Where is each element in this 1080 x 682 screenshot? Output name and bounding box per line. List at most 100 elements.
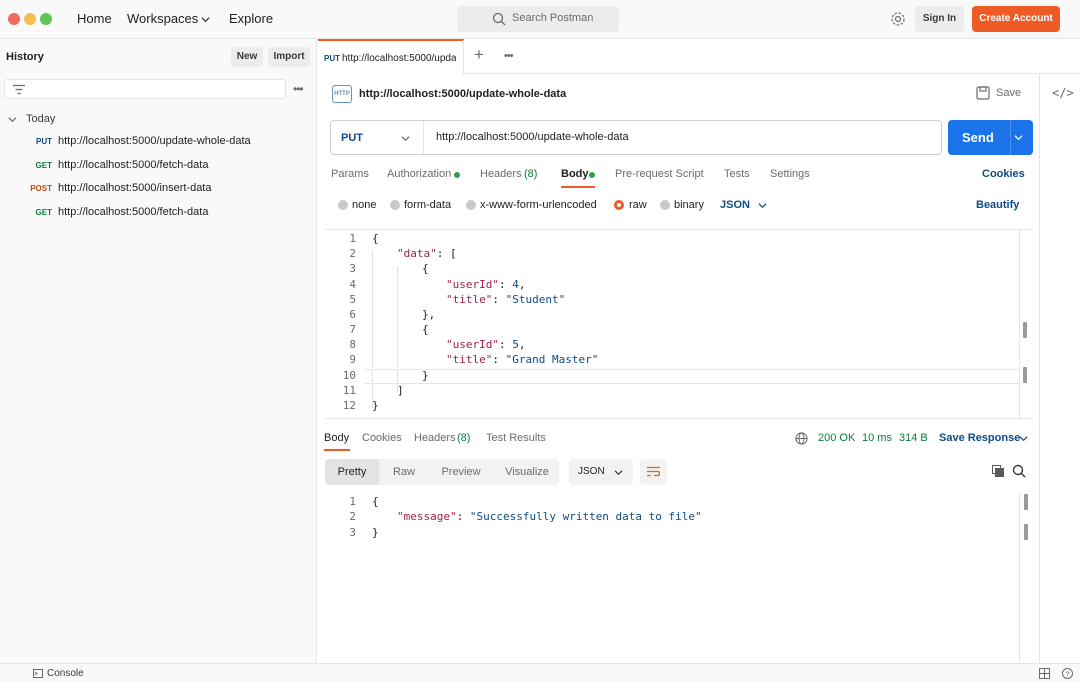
editor-scrollbar[interactable] xyxy=(1019,230,1020,420)
radio-none-label: none xyxy=(352,199,377,211)
radio-raw[interactable] xyxy=(614,200,624,210)
view-pretty[interactable]: Pretty xyxy=(325,459,379,485)
view-visualize[interactable]: Visualize xyxy=(495,459,559,485)
filter-icon xyxy=(13,84,25,95)
json-punct: : xyxy=(498,278,513,291)
nav-workspaces[interactable]: Workspaces xyxy=(127,11,198,26)
tab-settings[interactable]: Settings xyxy=(770,168,810,180)
json-key: "title" xyxy=(446,293,493,306)
save-button[interactable]: Save xyxy=(996,87,1021,99)
new-tab-button[interactable]: + xyxy=(474,45,484,65)
globe-icon[interactable] xyxy=(795,432,808,445)
scrollbar-thumb[interactable] xyxy=(1024,524,1028,540)
history-group-today[interactable]: Today xyxy=(26,113,55,125)
json-key: "title" xyxy=(446,353,493,366)
save-icon[interactable] xyxy=(976,86,990,100)
history-item[interactable]: GET http://localhost:5000/fetch-data xyxy=(0,155,317,177)
layout-icon[interactable] xyxy=(1039,668,1050,679)
response-tab-cookies[interactable]: Cookies xyxy=(362,432,402,444)
send-button[interactable]: Send xyxy=(948,120,1033,155)
maximize-window-button[interactable] xyxy=(40,13,52,25)
nav-home[interactable]: Home xyxy=(77,11,112,26)
search-icon[interactable] xyxy=(1012,464,1026,478)
json-punct: : xyxy=(492,293,506,306)
request-tab[interactable]: PUT http://localhost:5000/upda xyxy=(318,39,464,74)
line-number: 11 xyxy=(342,384,356,397)
create-account-button[interactable]: Create Account xyxy=(972,6,1060,32)
history-item[interactable]: PUT http://localhost:5000/update-whole-d… xyxy=(0,131,317,153)
line-number: 3 xyxy=(349,526,356,539)
tab-options-icon[interactable]: ••• xyxy=(504,50,514,62)
url-input[interactable]: http://localhost:5000/update-whole-data xyxy=(436,131,629,143)
search-input[interactable]: Search Postman xyxy=(457,6,619,32)
tab-headers[interactable]: Headers xyxy=(480,168,522,180)
save-response-button[interactable]: Save Response xyxy=(939,432,1020,444)
line-number: 1 xyxy=(349,495,356,508)
method-badge: POST xyxy=(30,184,52,193)
nav-explore[interactable]: Explore xyxy=(229,11,273,26)
status-dot xyxy=(454,172,460,178)
request-body-editor[interactable]: 1 2 3 4 5 6 7 8 9 10 11 12 { "data": [ {… xyxy=(325,229,1033,420)
scrollbar-thumb[interactable] xyxy=(1024,494,1028,510)
request-title[interactable]: http://localhost:5000/update-whole-data xyxy=(359,88,566,100)
minimize-window-button[interactable] xyxy=(24,13,36,25)
method-select[interactable]: PUT xyxy=(341,132,363,144)
tab-authorization[interactable]: Authorization xyxy=(387,168,451,180)
radio-form-data[interactable] xyxy=(390,200,400,210)
help-icon[interactable]: ? xyxy=(1062,668,1073,679)
method-badge: GET xyxy=(35,161,52,170)
divider xyxy=(1010,120,1011,155)
tab-body[interactable]: Body xyxy=(561,168,589,180)
wrap-lines-button[interactable] xyxy=(640,459,667,485)
indent-guide xyxy=(372,252,373,408)
status-code[interactable]: 200 OK xyxy=(818,432,855,444)
line-number: 2 xyxy=(349,510,356,523)
import-button[interactable]: Import xyxy=(268,47,310,67)
console-button[interactable]: Console xyxy=(47,668,84,679)
send-label: Send xyxy=(962,130,994,145)
response-tab-test-results[interactable]: Test Results xyxy=(486,432,546,444)
response-tab-headers[interactable]: Headers xyxy=(414,432,456,444)
sidebar: History New Import ••• Today PUT http://… xyxy=(0,39,317,663)
cookies-link[interactable]: Cookies xyxy=(982,168,1025,180)
response-size[interactable]: 314 B xyxy=(899,432,928,444)
response-format-select[interactable]: JSON xyxy=(569,459,633,485)
code-line: { xyxy=(372,232,379,245)
line-number: 8 xyxy=(349,338,356,351)
tab-tests[interactable]: Tests xyxy=(724,168,750,180)
scrollbar-thumb[interactable] xyxy=(1023,367,1027,383)
view-raw[interactable]: Raw xyxy=(381,459,427,485)
tab-pre-request-script[interactable]: Pre-request Script xyxy=(615,168,704,180)
history-url: http://localhost:5000/fetch-data xyxy=(58,206,209,218)
format-select[interactable]: JSON xyxy=(720,199,750,211)
gear-icon[interactable] xyxy=(890,11,906,27)
radio-urlencoded[interactable] xyxy=(466,200,476,210)
json-punct: , xyxy=(518,278,526,291)
chevron-down-icon xyxy=(201,17,210,23)
tab-label: http://localhost:5000/upda xyxy=(342,53,456,64)
response-tab-body[interactable]: Body xyxy=(324,432,349,444)
chevron-down-icon[interactable] xyxy=(1014,133,1023,142)
radio-binary[interactable] xyxy=(660,200,670,210)
more-options-icon[interactable]: ••• xyxy=(293,82,304,96)
filter-input[interactable] xyxy=(4,79,286,99)
code-snippet-icon[interactable]: </> xyxy=(1052,86,1074,100)
close-window-button[interactable] xyxy=(8,13,20,25)
scrollbar-thumb[interactable] xyxy=(1023,322,1027,338)
chevron-down-icon[interactable] xyxy=(8,115,17,124)
new-button[interactable]: New xyxy=(231,47,263,67)
active-tab-underline xyxy=(324,449,350,451)
response-body-viewer[interactable]: 1 2 3 { "message": "Successfully written… xyxy=(325,492,1033,662)
tab-params[interactable]: Params xyxy=(331,168,369,180)
sign-in-button[interactable]: Sign In xyxy=(915,6,964,32)
response-time[interactable]: 10 ms xyxy=(862,432,892,444)
history-item[interactable]: GET http://localhost:5000/fetch-data xyxy=(0,202,317,224)
radio-none[interactable] xyxy=(338,200,348,210)
copy-icon[interactable] xyxy=(992,465,1005,478)
beautify-link[interactable]: Beautify xyxy=(976,199,1019,211)
editor-scrollbar[interactable] xyxy=(1019,492,1020,662)
history-item[interactable]: POST http://localhost:5000/insert-data xyxy=(0,178,317,200)
history-url: http://localhost:5000/fetch-data xyxy=(58,159,209,171)
view-preview[interactable]: Preview xyxy=(429,459,493,485)
code-line: "title": "Grand Master" xyxy=(446,353,598,366)
